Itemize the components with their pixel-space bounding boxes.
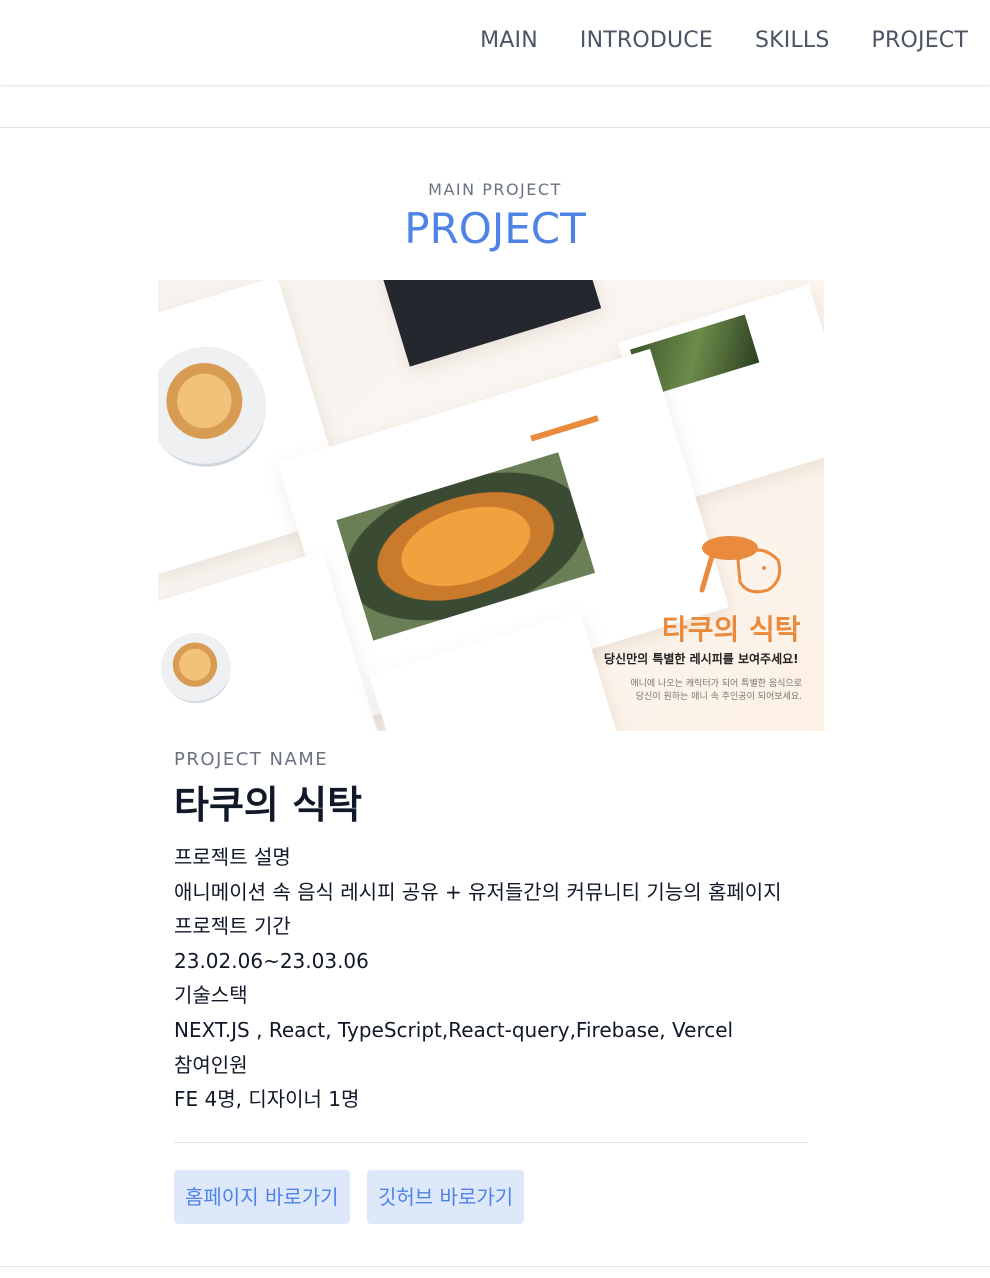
nav-item-main[interactable]: MAIN [480, 28, 538, 53]
members-label: 참여인원 [174, 1052, 248, 1077]
desc-value: 애니메이션 속 음식 레시피 공유 + 유저들간의 커뮤니티 기능의 홈페이지 [174, 879, 782, 904]
members-value: FE 4명, 디자이너 1명 [174, 1087, 360, 1112]
brand-subtitle: 당신만의 특별한 레시피를 보여주세요! [604, 652, 799, 666]
homepage-link-button[interactable]: 홈페이지 바로가기 [174, 1170, 350, 1224]
project-name: 타쿠의 식탁 [174, 783, 363, 827]
chef-dog-logo-icon [699, 536, 782, 594]
card-divider [174, 1142, 808, 1143]
desc-label: 프로젝트 설명 [174, 845, 291, 869]
section-eyebrow: MAIN PROJECT [428, 180, 562, 199]
stack-value: NEXT.JS , React, TypeScript,React-query,… [174, 1017, 734, 1042]
section-divider-top [0, 127, 990, 128]
nav-item-skills[interactable]: SKILLS [755, 28, 830, 53]
pancake-image [158, 624, 240, 712]
orange-accent-bar [530, 415, 599, 442]
nav-list: MAIN INTRODUCE SKILLS PROJECT [438, 28, 968, 53]
period-value: 23.02.06~23.03.06 [174, 948, 369, 973]
project-thumbnail: 타쿠의 식탁 당신만의 특별한 레시피를 보여주세요! 애니에 나오는 캐릭터가… [158, 280, 824, 731]
project-name-label: PROJECT NAME [174, 749, 329, 770]
brand-description-line: 당신이 원하는 애니 속 주인공이 되어보세요. [635, 692, 802, 702]
brand-description: 애니에 나오는 캐릭터가 되어 특별한 음식으로 당신이 원하는 애니 속 주인… [624, 678, 802, 704]
brand-title: 타쿠의 식탁 [662, 613, 801, 646]
github-link-button[interactable]: 깃허브 바로가기 [367, 1170, 525, 1224]
omurice-image [336, 452, 596, 641]
stack-label: 기술스택 [174, 983, 248, 1008]
section-title: PROJECT [404, 204, 586, 253]
pancake-image [158, 331, 282, 482]
project-info: 프로젝트 설명 애니메이션 속 음식 레시피 공유 + 유저들간의 커뮤니티 기… [174, 840, 814, 1117]
nav-item-project[interactable]: PROJECT [872, 28, 968, 53]
period-label: 프로젝트 기간 [174, 914, 291, 939]
mockup-panel-dark [374, 280, 602, 367]
nav-item-introduce[interactable]: INTRODUCE [580, 28, 713, 53]
top-navbar: MAIN INTRODUCE SKILLS PROJECT [0, 0, 990, 86]
section-divider-bottom [0, 1266, 990, 1267]
brand-description-line: 애니에 나오는 캐릭터가 되어 특별한 음식으로 [630, 679, 802, 689]
